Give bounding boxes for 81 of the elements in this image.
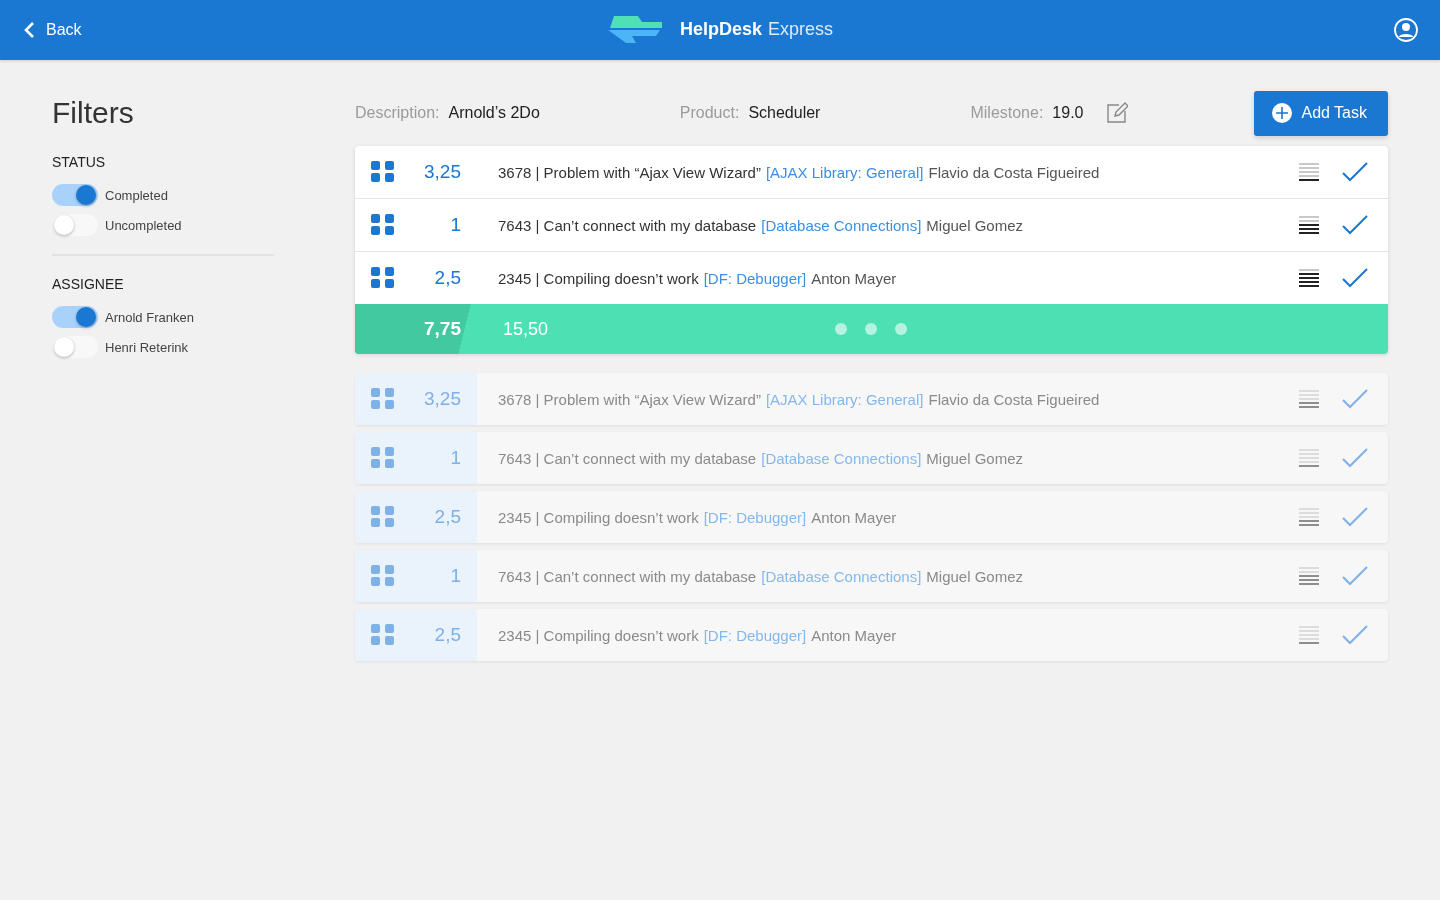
add-task-button[interactable]: Add Task <box>1254 90 1388 136</box>
back-button[interactable]: Back <box>22 21 82 39</box>
task-row[interactable]: 1 7643 | Can’t connect with my database [Database Connections] Miguel Gomez <box>355 432 1388 484</box>
field-label: Milestone: <box>970 104 1044 122</box>
grid-icon[interactable] <box>371 565 395 587</box>
grid-icon[interactable] <box>371 447 395 469</box>
task-title: 2345 | Compiling doesn’t work <box>498 269 699 287</box>
toggle-switch[interactable] <box>52 214 98 236</box>
hours-value: 2,5 <box>433 267 462 289</box>
task-title: 3678 | Problem with “Ajax View Wizard” <box>498 390 761 408</box>
arrows-logo-icon <box>606 14 664 44</box>
filter-label: Uncompleted <box>105 217 182 233</box>
task-row[interactable]: 2,5 2345 | Compiling doesn’t work [DF: Debugger] Anton Mayer <box>355 491 1388 543</box>
brand-name: HelpDesk <box>680 18 763 40</box>
checkmark-icon[interactable] <box>1342 162 1368 182</box>
category-link[interactable]: [Database Connections] <box>761 567 922 585</box>
hours-value: 1 <box>449 447 462 469</box>
assignee-name: Anton Mayer <box>811 269 897 287</box>
field-label: Product: <box>679 104 740 122</box>
hours-value: 1 <box>449 565 462 587</box>
hours-value: 3,25 <box>423 161 462 183</box>
assignee-name: Miguel Gomez <box>926 449 1024 467</box>
filters-title: Filters <box>52 96 135 130</box>
hours-value: 3,25 <box>423 388 462 410</box>
assignee-name: Miguel Gomez <box>926 567 1024 585</box>
category-link[interactable]: [DF: Debugger] <box>703 508 807 526</box>
checkmark-icon[interactable] <box>1342 448 1368 468</box>
task-title: 2345 | Compiling doesn’t work <box>498 508 699 526</box>
grid-icon[interactable] <box>371 214 395 236</box>
category-link[interactable]: [Database Connections] <box>761 449 922 467</box>
field-value: Arnold’s 2Do <box>448 104 540 122</box>
filter-label: Arnold Franken <box>105 309 194 325</box>
filter-heading: ASSIGNEE <box>52 276 125 292</box>
category-link[interactable]: [Database Connections] <box>761 216 922 234</box>
checkmark-icon[interactable] <box>1342 268 1368 288</box>
filter-heading: STATUS <box>52 154 107 170</box>
grid-icon[interactable] <box>371 267 395 289</box>
pagination-dots-icon[interactable] <box>835 323 909 335</box>
grid-icon[interactable] <box>371 161 395 183</box>
task-title: 7643 | Can’t connect with my database <box>498 567 757 585</box>
assignee-name: Anton Mayer <box>811 508 897 526</box>
checkmark-icon[interactable] <box>1342 566 1368 586</box>
checkmark-icon[interactable] <box>1342 389 1368 409</box>
grid-icon[interactable] <box>371 624 395 646</box>
hours-value: 2,5 <box>433 624 462 646</box>
filter-label: Completed <box>105 187 168 203</box>
task-title: 2345 | Compiling doesn’t work <box>498 626 699 644</box>
category-link[interactable]: [AJAX Library: General] <box>765 390 924 408</box>
hours-value: 2,5 <box>433 506 462 528</box>
plus-circle-icon <box>1272 103 1293 123</box>
task-title: 7643 | Can’t connect with my database <box>498 449 757 467</box>
checkmark-icon[interactable] <box>1342 215 1368 235</box>
toggle-switch[interactable] <box>52 336 98 358</box>
checkmark-icon[interactable] <box>1342 507 1368 527</box>
task-row[interactable]: 1 7643 | Can’t connect with my database [Database Connections] Miguel Gomez <box>355 550 1388 602</box>
field-value: Scheduler <box>748 104 821 122</box>
task-title: 3678 | Problem with “Ajax View Wizard” <box>498 163 761 181</box>
filter-label: Henri Reterink <box>105 339 189 355</box>
hours-value: 1 <box>449 214 462 236</box>
assignee-name: Flavio da Costa Figueired <box>928 390 1100 408</box>
task-row[interactable]: 2,5 2345 | Compiling doesn’t work [DF: Debugger] Anton Mayer <box>355 609 1388 661</box>
field-value: 19.0 <box>1052 104 1084 122</box>
category-link[interactable]: [DF: Debugger] <box>703 269 807 287</box>
grid-icon[interactable] <box>371 388 395 410</box>
assignee-name: Anton Mayer <box>811 626 897 644</box>
checkmark-icon[interactable] <box>1342 625 1368 645</box>
assignee-name: Flavio da Costa Figueired <box>928 163 1100 181</box>
toggle-switch[interactable] <box>52 306 98 328</box>
assignee-name: Miguel Gomez <box>926 216 1024 234</box>
category-link[interactable]: [DF: Debugger] <box>703 626 807 644</box>
user-icon[interactable] <box>1394 18 1418 42</box>
edit-icon[interactable] <box>1105 102 1128 124</box>
sum-hours: 15,50 <box>502 318 549 340</box>
brand-subtitle: Express <box>768 18 834 40</box>
field-label: Description: <box>355 104 440 122</box>
category-link[interactable]: [AJAX Library: General] <box>765 163 924 181</box>
chevron-left-icon <box>22 21 36 39</box>
task-title: 7643 | Can’t connect with my database <box>498 216 757 234</box>
toggle-switch[interactable] <box>52 184 98 206</box>
grid-icon[interactable] <box>371 506 395 528</box>
task-row[interactable]: 3,25 3678 | Problem with “Ajax View Wizard” [AJAX Library: General] Flavio da Costa Figueired <box>355 373 1388 425</box>
